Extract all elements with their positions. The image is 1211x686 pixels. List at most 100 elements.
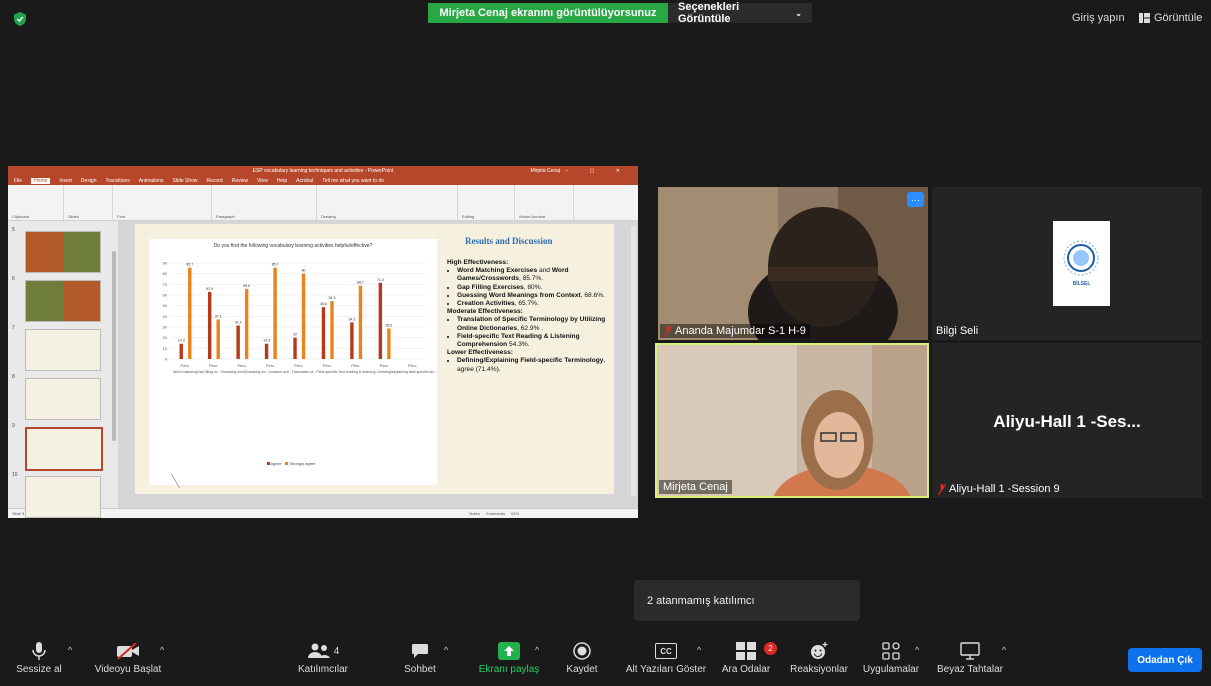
thumb-scrollbar[interactable] xyxy=(112,251,116,441)
microphone-icon xyxy=(32,642,46,660)
share-screen-button[interactable]: Ekranı paylaş xyxy=(474,641,544,675)
ribbon-group[interactable]: Paragraph xyxy=(212,185,317,220)
participant-tile-bilgi[interactable]: BİLSEL Bilgi Seli xyxy=(932,187,1202,340)
view-label: Görüntüle xyxy=(1154,12,1203,24)
ppt-tab[interactable]: File xyxy=(14,178,22,184)
bar-strongly-agree xyxy=(387,328,391,359)
slide-canvas[interactable]: Do you find the following vocabulary lea… xyxy=(118,221,638,508)
ppt-tab[interactable]: Design xyxy=(81,178,97,184)
bar-strongly-agree xyxy=(330,301,334,359)
slide-number: 9 xyxy=(12,423,15,429)
data-label: 14.3 xyxy=(178,339,185,343)
more-options-button[interactable]: ··· xyxy=(907,192,924,207)
result-item: Guessing Word Meanings from Context, 68.… xyxy=(457,292,609,300)
category-label: Perc. xyxy=(380,363,389,368)
participants-icon xyxy=(307,643,330,658)
reactions-button[interactable]: Reaksiyonlar xyxy=(786,641,852,675)
apps-button[interactable]: Uygulamalar xyxy=(860,641,922,675)
high-heading: High Effectiveness: xyxy=(447,259,509,266)
ppt-tab[interactable]: View xyxy=(257,178,268,184)
logo-text: BİLSEL xyxy=(1072,281,1091,287)
reactions-icon xyxy=(811,642,828,659)
participant-label: Aliyu-Hall 1 -Session 9 xyxy=(949,483,1060,495)
participant-tile-mirjeta[interactable]: Mirjeta Cenaj xyxy=(655,343,929,498)
view-options-button[interactable]: Seçenekleri Görüntüle ⌄ xyxy=(668,1,812,25)
chevron-down-icon: ⌄ xyxy=(795,8,802,18)
chat-icon xyxy=(412,644,428,658)
share-options-caret[interactable]: ^ xyxy=(535,645,539,655)
slide-thumbnail[interactable] xyxy=(25,378,101,420)
moderate-heading: Moderate Effectiveness: xyxy=(447,308,523,316)
chart-plot: 0 10 20 30 40 50 60 70 80 90 14.3 85.7 Perc. 62.9 37.1… xyxy=(163,261,437,375)
slide-thumbnail[interactable] xyxy=(25,476,101,518)
legend-label: Strongly agree xyxy=(289,461,316,466)
ppt-tab[interactable]: Insert xyxy=(59,178,72,184)
record-button[interactable]: Kaydet xyxy=(560,641,604,675)
chat-button[interactable]: Sohbet xyxy=(395,641,445,675)
whiteboards-options-caret[interactable]: ^ xyxy=(1002,645,1006,655)
legend-item: Agree xyxy=(266,461,281,466)
y-tick-label: 0 xyxy=(165,357,168,362)
ppt-tab[interactable]: Slide Show xyxy=(173,178,198,184)
status-item[interactable]: Comments xyxy=(486,511,505,516)
shield-icon[interactable] xyxy=(14,12,26,26)
leave-room-button[interactable]: Odadan Çık xyxy=(1128,648,1202,672)
participants-label: Katılımcılar xyxy=(297,664,348,675)
bar-strongly-agree xyxy=(216,319,220,359)
category-label: Perc. xyxy=(237,363,246,368)
unassigned-participants-popup[interactable]: 2 atanmamış katılımcı xyxy=(634,580,860,621)
ribbon-group-label: Drawing xyxy=(321,214,336,219)
whiteboards-button[interactable]: Beyaz Tahtalar xyxy=(931,641,1009,675)
mute-button[interactable]: Sessize al xyxy=(10,641,68,675)
slide-thumbnail[interactable] xyxy=(25,427,103,471)
participant-tile-ananda[interactable]: ··· Ananda Majumdar S-1 H-9 xyxy=(658,187,928,340)
ppt-window-controls[interactable]: − ▢ ✕ xyxy=(565,168,630,174)
ppt-tab[interactable]: Record xyxy=(207,178,223,184)
ribbon-group[interactable]: Adobe Acrobat xyxy=(515,185,574,220)
apps-icon xyxy=(882,642,900,660)
ribbon-group-label: Clipboard xyxy=(12,214,30,219)
canvas-scrollbar[interactable] xyxy=(631,226,636,496)
view-button[interactable]: Görüntüle xyxy=(1139,12,1202,24)
start-video-button[interactable]: Videoyu Başlat xyxy=(88,641,168,675)
data-label: 31.4 xyxy=(235,321,242,325)
ppt-tab[interactable]: Review xyxy=(232,178,248,184)
status-item[interactable]: 61% xyxy=(511,511,519,516)
chat-options-caret[interactable]: ^ xyxy=(444,645,448,655)
category-label: Perc. xyxy=(408,363,417,368)
ppt-tab[interactable]: Animations xyxy=(139,178,164,184)
slide-thumbnail[interactable] xyxy=(25,231,101,273)
results-title: Results and Discussion xyxy=(465,236,553,246)
apps-options-caret[interactable]: ^ xyxy=(915,645,919,655)
captions-options-caret[interactable]: ^ xyxy=(697,645,701,655)
sharing-status-text: Mirjeta Cenaj ekranını görüntülüyorsunuz xyxy=(428,3,668,23)
participant-tile-aliyu[interactable]: Aliyu-Hall 1 -Ses... Aliyu-Hall 1 -Sessi… xyxy=(932,343,1202,498)
ribbon-group[interactable]: Font xyxy=(113,185,212,220)
participants-button[interactable]: 4 Katılımcılar xyxy=(288,641,358,675)
bar-strongly-agree xyxy=(301,273,306,359)
powerpoint-titlebar: ESP vocabulary learning techniques and a… xyxy=(8,166,638,176)
sign-in-button[interactable]: Giriş yapın xyxy=(1072,12,1125,24)
slide-thumbnail[interactable] xyxy=(25,329,101,371)
ribbon-group[interactable]: Slides xyxy=(64,185,113,220)
slide-thumbnail[interactable] xyxy=(25,280,101,322)
ribbon-group[interactable]: Drawing xyxy=(317,185,458,220)
status-item[interactable]: Notes xyxy=(469,511,479,516)
ppt-tab[interactable]: Transitions xyxy=(106,178,130,184)
captions-label: Alt Yazıları Göster xyxy=(625,664,707,675)
ribbon-group[interactable]: Clipboard xyxy=(8,185,64,220)
breakout-rooms-button[interactable]: 2 Ara Odalar xyxy=(721,641,777,675)
video-options-caret[interactable]: ^ xyxy=(160,645,164,655)
data-label: 28.6 xyxy=(385,323,392,327)
legend-swatch xyxy=(266,462,270,465)
ppt-tab[interactable]: Acrobat xyxy=(296,178,313,184)
data-label: 85.7 xyxy=(272,263,279,267)
video-off-icon xyxy=(117,643,139,659)
ppt-tab[interactable]: Home xyxy=(31,177,51,184)
slide-thumbnail-pane[interactable]: 5 6 7 8 9 10 xyxy=(8,221,118,518)
y-tick-label: 90 xyxy=(163,261,168,266)
ribbon-group[interactable]: Editing xyxy=(458,185,515,220)
mute-options-caret[interactable]: ^ xyxy=(68,645,72,655)
ppt-tab[interactable]: Tell me what you want to do xyxy=(322,178,384,184)
ppt-tab[interactable]: Help xyxy=(277,178,287,184)
